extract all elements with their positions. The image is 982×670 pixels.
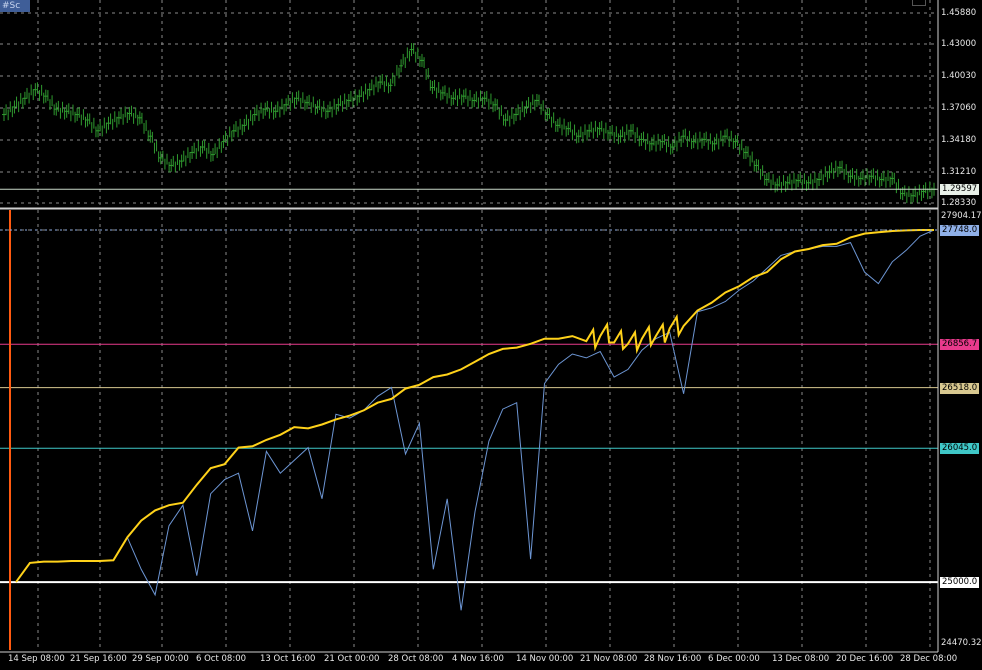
level-start-tag: 25000.0	[940, 577, 980, 589]
price-panel	[0, 43, 938, 204]
time-axis-label: 28 Oct 08:00	[388, 654, 444, 664]
time-axis-label: 14 Sep 08:00	[8, 654, 65, 664]
price-scale-label: 1.45880	[941, 8, 977, 18]
price-scale-label: 1.43000	[941, 39, 977, 49]
time-axis-label: 20 Dec 16:00	[836, 654, 894, 664]
price-scale-label: 1.28330	[941, 198, 977, 208]
level-cyan-tag: 26045.0	[940, 443, 980, 455]
price-scale-label: 1.40030	[941, 71, 977, 81]
price-scale-label: 1.37060	[941, 103, 977, 113]
time-axis-label: 14 Nov 00:00	[516, 654, 574, 664]
time-axis-label: 6 Oct 08:00	[196, 654, 247, 664]
price-scale-label: 1.34180	[941, 135, 977, 145]
symbol-tag[interactable]: #Sc	[0, 0, 30, 12]
time-axis-label: 28 Dec 08:00	[900, 654, 958, 664]
time-axis-label: 13 Oct 16:00	[260, 654, 316, 664]
level-magenta-tag: 26856.7	[940, 339, 980, 351]
time-axis-label: 21 Nov 08:00	[580, 654, 638, 664]
time-axis-label: 29 Sep 00:00	[132, 654, 189, 664]
time-axis-label: 28 Nov 16:00	[644, 654, 702, 664]
time-axis-label: 4 Nov 16:00	[452, 654, 504, 664]
equity-line	[15, 229, 935, 611]
indicator-scale-max: 27904.17	[941, 211, 982, 221]
chart-canvas[interactable]	[0, 0, 982, 670]
balance-max-tag: 27748.0	[940, 225, 980, 236]
indicator-panel	[0, 210, 938, 650]
window-control-icon[interactable]	[912, 0, 926, 6]
current-price-tag: 1.29597	[940, 184, 980, 196]
time-axis-label: 6 Dec 00:00	[708, 654, 760, 664]
time-axis-label: 21 Sep 16:00	[70, 654, 127, 664]
price-scale-label: 1.31210	[941, 167, 977, 177]
time-axis-label: 13 Dec 08:00	[772, 654, 830, 664]
indicator-scale-min: 24470.32	[941, 638, 982, 648]
level-tan-tag: 26518.0	[940, 382, 980, 394]
trading-terminal-chart-window[interactable]: #Sc 1.45880 1.43000 1.40030 1.37060 1.34180 1…	[0, 0, 982, 670]
time-axis-label: 21 Oct 00:00	[324, 654, 380, 664]
balance-line	[15, 229, 934, 583]
